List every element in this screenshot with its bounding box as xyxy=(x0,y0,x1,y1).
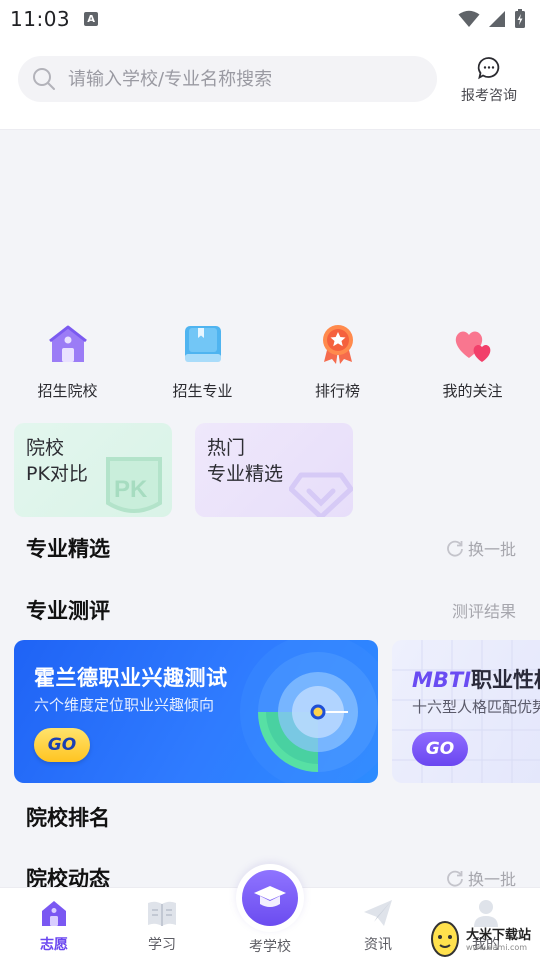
mbti-title-prefix: MBTI xyxy=(412,668,472,692)
school-rank-header: 院校排名 xyxy=(26,802,516,832)
holland-go-button[interactable]: GO xyxy=(34,728,90,762)
mbti-title-rest: 职业性格 xyxy=(471,668,540,692)
holland-title: 霍兰德职业兴趣测试 xyxy=(34,666,228,690)
refresh-label: 换一批 xyxy=(467,540,516,559)
exam-school-bubble xyxy=(236,864,304,932)
watermark-url: www.dami.com xyxy=(466,942,528,952)
top-header: 报考咨询 xyxy=(0,38,540,130)
refresh-batch-button[interactable]: 换一批 xyxy=(446,536,516,560)
site-watermark: 大米下载站 www.dami.com xyxy=(428,915,540,960)
tab-label: 学习 xyxy=(148,937,176,953)
tab-label: 志愿 xyxy=(40,937,68,953)
consult-label: 报考咨询 xyxy=(461,88,517,104)
notification-icon: A xyxy=(84,12,99,26)
mbti-go-button[interactable]: GO xyxy=(412,732,468,766)
search-icon xyxy=(33,68,55,90)
hearts-icon xyxy=(449,320,497,368)
card-title-line1: 院校 xyxy=(26,437,65,459)
section-title: 专业精选 xyxy=(26,537,110,561)
paper-plane-icon xyxy=(364,900,392,926)
tab-study[interactable]: 学习 xyxy=(108,888,216,960)
card-title-line2: 专业精选 xyxy=(207,463,284,485)
card-title-line1: 热门 xyxy=(207,437,246,459)
school-pk-card[interactable]: 院校 PK对比 PK xyxy=(14,423,172,517)
graduation-cap-icon xyxy=(242,870,298,926)
consult-button[interactable]: 报考咨询 xyxy=(454,56,524,105)
battery-charging-icon xyxy=(515,9,525,28)
mbti-subtitle: 十六型人格匹配优势 xyxy=(412,698,540,716)
tab-label: 考学校 xyxy=(249,939,291,955)
chat-bubble-icon xyxy=(477,57,500,80)
mbti-test-banner[interactable]: MBTI职业性格 十六型人格匹配优势 GO xyxy=(392,640,540,783)
refresh-icon xyxy=(447,540,463,557)
school-building-icon xyxy=(42,901,66,926)
status-time: 11:03 xyxy=(10,7,71,31)
ranking-medal-icon xyxy=(314,320,362,368)
search-input[interactable] xyxy=(68,68,408,90)
quick-link-label: 我的关注 xyxy=(442,382,503,400)
quick-link-follows[interactable]: 我的关注 xyxy=(405,320,540,401)
quick-link-schools[interactable]: 招生院校 xyxy=(0,320,135,401)
test-results-link[interactable]: 测评结果 xyxy=(452,598,516,622)
tab-news[interactable]: 资讯 xyxy=(324,888,432,960)
search-bar[interactable] xyxy=(18,56,437,102)
major-picks-header: 专业精选 换一批 xyxy=(26,533,516,563)
quick-links: 招生院校 招生专业 排行榜 我的关注 xyxy=(0,320,540,401)
open-book-icon xyxy=(148,901,176,926)
section-title: 院校排名 xyxy=(26,806,110,830)
radar-graphic xyxy=(240,640,378,783)
major-test-header: 专业测评 测评结果 xyxy=(26,595,516,625)
wifi-icon xyxy=(458,10,480,27)
hot-majors-card[interactable]: 热门 专业精选 xyxy=(195,423,353,517)
cellular-signal-icon xyxy=(489,11,505,27)
tab-exam-school[interactable]: 考学校 xyxy=(216,864,324,960)
tab-volunteer[interactable]: 志愿 xyxy=(0,888,108,960)
watermark-text: 大米下载站 xyxy=(466,927,532,943)
mbti-title: MBTI职业性格 xyxy=(412,664,540,694)
holland-subtitle: 六个维度定位职业兴趣倾向 xyxy=(34,696,215,714)
tab-label: 资讯 xyxy=(364,937,392,953)
quick-link-label: 排行榜 xyxy=(314,382,360,400)
refresh-icon xyxy=(447,870,463,887)
quick-link-majors[interactable]: 招生专业 xyxy=(135,320,270,401)
section-title: 专业测评 xyxy=(26,599,110,623)
holland-test-banner[interactable]: 霍兰德职业兴趣测试 六个维度定位职业兴趣倾向 GO xyxy=(14,640,378,783)
status-bar: 11:03 A xyxy=(0,0,540,38)
quick-link-label: 招生院校 xyxy=(37,382,98,400)
school-building-icon xyxy=(44,320,92,368)
card-title-line2: PK对比 xyxy=(26,463,88,485)
quick-link-label: 招生专业 xyxy=(172,382,233,400)
book-icon xyxy=(179,320,227,368)
watermark-logo-icon xyxy=(431,920,459,957)
quick-link-ranking[interactable]: 排行榜 xyxy=(270,320,405,401)
